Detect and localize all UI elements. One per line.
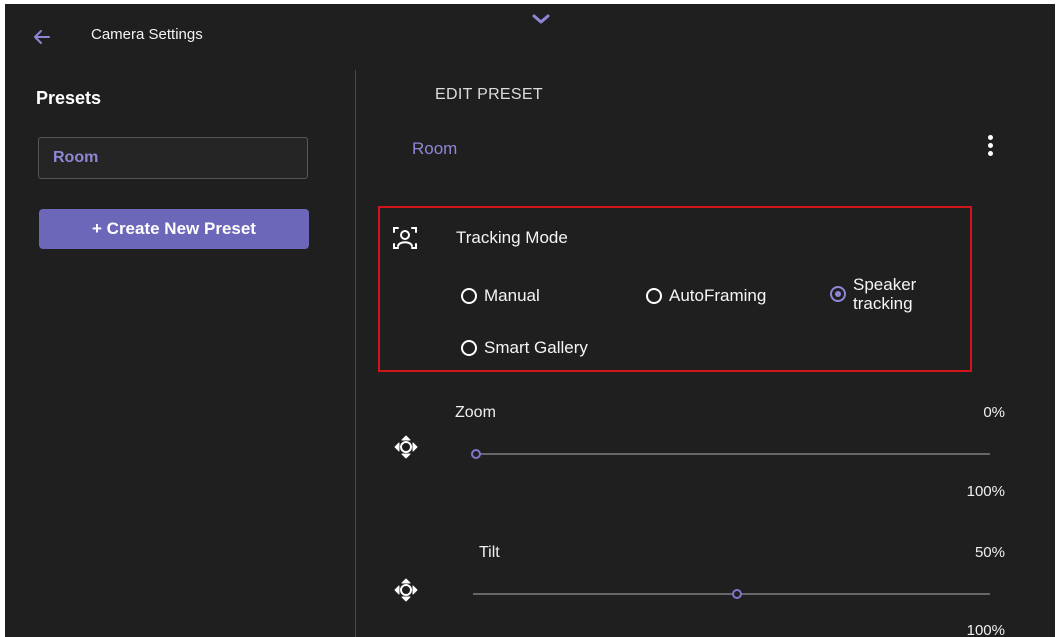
move-arrows-icon (393, 577, 419, 603)
create-new-preset-button[interactable]: + Create New Preset (39, 209, 309, 249)
radio-circle-icon (461, 287, 477, 304)
camera-settings-screen: Camera Settings Presets Room + Create Ne… (5, 4, 1055, 637)
preset-item-room[interactable]: Room (38, 137, 308, 179)
zoom-slider[interactable] (471, 447, 990, 461)
tilt-slider[interactable] (473, 587, 990, 601)
radio-checked-icon (830, 286, 846, 302)
back-arrow-icon[interactable] (27, 22, 57, 52)
zoom-max-value: 100% (966, 483, 1005, 500)
radio-speaker-tracking[interactable]: Speaker tracking (830, 275, 933, 313)
radio-autoframing[interactable]: AutoFraming (646, 286, 766, 305)
radio-circle-icon (461, 339, 477, 356)
radio-label: Smart Gallery (484, 338, 588, 357)
tilt-max-value: 100% (966, 622, 1005, 637)
tilt-slider-thumb[interactable] (731, 589, 742, 599)
person-frame-icon (391, 224, 419, 252)
radio-manual[interactable]: Manual (461, 286, 540, 305)
more-vertical-icon[interactable] (983, 132, 997, 164)
zoom-value: 0% (983, 404, 1005, 421)
tracking-mode-label: Tracking Mode (456, 228, 568, 247)
radio-circle-icon (646, 287, 662, 304)
move-arrows-icon (393, 434, 419, 460)
tilt-value: 50% (974, 544, 1005, 561)
zoom-slider-thumb[interactable] (471, 449, 481, 459)
preset-name-field[interactable]: Room (412, 139, 457, 159)
radio-smart-gallery[interactable]: Smart Gallery (461, 338, 588, 357)
tilt-label: Tilt (479, 544, 500, 561)
page-title: Camera Settings (91, 26, 203, 43)
chevron-down-icon[interactable] (521, 8, 561, 30)
panel-divider (355, 70, 356, 637)
radio-label: AutoFraming (669, 286, 767, 305)
presets-heading: Presets (36, 88, 102, 108)
zoom-slider-track (471, 453, 990, 455)
radio-label: Speaker tracking (853, 275, 917, 313)
radio-label: Manual (484, 286, 540, 305)
preset-item-label: Room (53, 149, 99, 166)
zoom-label: Zoom (455, 404, 496, 421)
edit-preset-heading: EDIT PRESET (435, 86, 543, 103)
